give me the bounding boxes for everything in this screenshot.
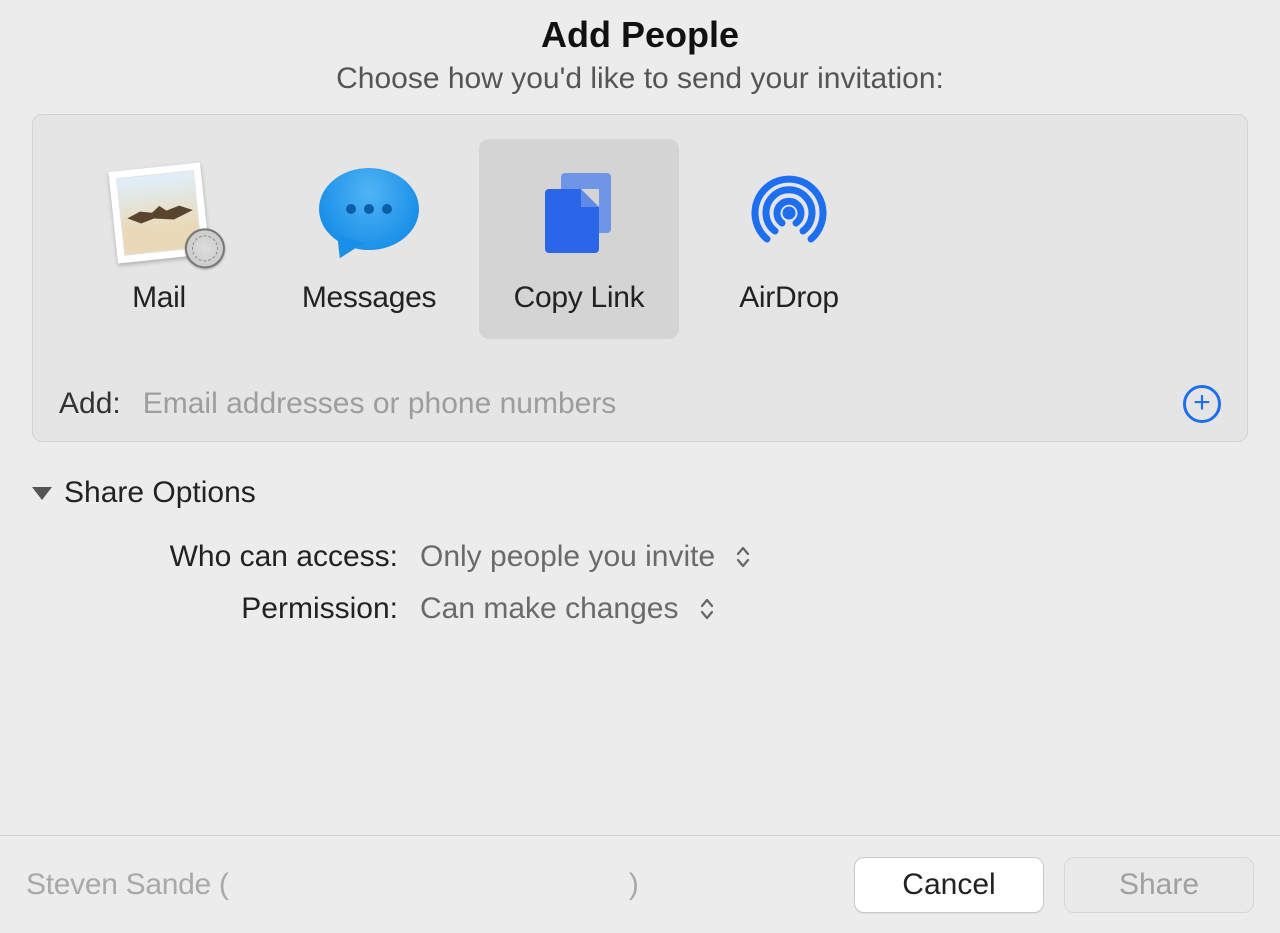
permission-value: Can make changes [420,592,679,626]
owner-prefix: Steven Sande ( [26,868,229,901]
access-value: Only people you invite [420,540,715,574]
dialog-subtitle: Choose how you'd like to send your invit… [0,62,1280,96]
share-method-label: Copy Link [514,281,645,315]
share-method-airdrop[interactable]: AirDrop [689,139,889,339]
cancel-button[interactable]: Cancel [854,857,1044,913]
share-method-panel: Mail Messages [32,114,1248,442]
share-options-section: Share Options Who can access: Only peopl… [32,476,1248,644]
owner-text: Steven Sande () [26,868,834,902]
add-people-input[interactable] [143,387,1173,421]
messages-icon [319,163,419,263]
add-people-row: Add: + [59,385,1221,423]
owner-suffix: ) [229,868,639,902]
permission-label: Permission: [32,592,420,626]
permission-row: Permission: Can make changes [32,592,1248,626]
chevron-up-down-icon [735,545,751,569]
airdrop-icon [739,163,839,263]
chevron-up-down-icon [699,597,715,621]
copy-link-icon [529,163,629,263]
share-options-toggle[interactable]: Share Options [32,476,1248,510]
share-method-messages[interactable]: Messages [269,139,469,339]
access-select[interactable]: Only people you invite [420,540,751,574]
plus-icon: + [1193,388,1211,418]
add-label: Add: [59,387,121,421]
share-method-copy-link[interactable]: Copy Link [479,139,679,339]
share-method-label: Mail [132,281,186,315]
permission-select[interactable]: Can make changes [420,592,715,626]
add-contact-button[interactable]: + [1183,385,1221,423]
dialog-title: Add People [0,14,1280,56]
share-method-label: Messages [302,281,436,315]
access-row: Who can access: Only people you invite [32,540,1248,574]
share-method-row: Mail Messages [59,139,1221,339]
share-method-label: AirDrop [739,281,839,315]
disclosure-triangle-icon [32,487,52,500]
share-button-label: Share [1119,868,1199,902]
access-label: Who can access: [32,540,420,574]
dialog-footer: Steven Sande () Cancel Share [0,835,1280,933]
add-people-dialog: Add People Choose how you'd like to send… [0,0,1280,933]
cancel-button-label: Cancel [902,868,995,902]
share-method-mail[interactable]: Mail [59,139,259,339]
mail-icon [109,163,209,263]
dialog-header: Add People Choose how you'd like to send… [0,14,1280,96]
share-button[interactable]: Share [1064,857,1254,913]
share-options-title: Share Options [64,476,256,510]
